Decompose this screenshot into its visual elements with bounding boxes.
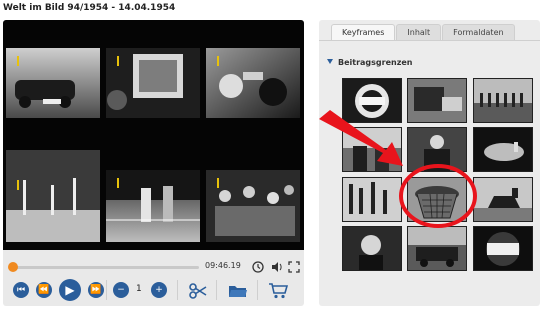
tab-keyframes[interactable]: Keyframes	[331, 24, 396, 40]
scissors-icon[interactable]	[187, 281, 209, 301]
tab-divider	[319, 40, 540, 41]
keyframe-thumb[interactable]	[473, 177, 533, 222]
fullscreen-icon[interactable]	[287, 260, 301, 274]
keyframe-thumb[interactable]	[342, 78, 402, 123]
folder-icon[interactable]	[226, 281, 250, 301]
divider	[177, 280, 178, 300]
control-bar: ⏮ ⏪ ▶ ⏩ − 1 +	[3, 279, 304, 302]
play-button[interactable]: ▶	[59, 279, 81, 301]
keyframe-thumb[interactable]	[407, 177, 467, 222]
keyframe-thumb[interactable]	[407, 78, 467, 123]
cart-icon[interactable]	[266, 281, 290, 301]
keyframe-thumb[interactable]	[473, 127, 533, 172]
tab-inhalt[interactable]: Inhalt	[396, 24, 442, 40]
keyframe-thumb[interactable]	[473, 78, 533, 123]
keyframe-thumb[interactable]	[407, 127, 467, 172]
page-title: Welt im Bild 94/1954 - 14.04.1954	[3, 3, 176, 13]
keyframe-thumb[interactable]	[342, 226, 402, 271]
keyframe-thumb[interactable]	[342, 177, 402, 222]
keyframe-thumb[interactable]	[473, 226, 533, 271]
progress-track[interactable]	[15, 266, 199, 269]
previous-frame-button[interactable]: ⏪	[36, 282, 52, 298]
divider	[106, 280, 107, 300]
video-frames	[6, 48, 300, 242]
divider	[216, 280, 217, 300]
video-player: 09:46.19 ⏮ ⏪ ▶ ⏩ − 1 +	[3, 20, 304, 306]
keyframe-thumb[interactable]	[407, 226, 467, 271]
plus-button[interactable]: +	[151, 282, 167, 298]
side-panel: Keyframes Inhalt Formaldaten Beitragsgre…	[319, 20, 540, 306]
section-header[interactable]: Beitragsgrenzen	[327, 58, 413, 67]
clock-icon[interactable]	[251, 260, 265, 274]
tab-formaldaten[interactable]: Formaldaten	[442, 24, 515, 40]
clip-counter: 1	[136, 284, 142, 294]
keyframe-thumb[interactable]	[342, 127, 402, 172]
collapse-triangle-icon	[327, 59, 333, 64]
tab-bar: Keyframes Inhalt Formaldaten	[331, 24, 516, 40]
timeline: 09:46.19	[3, 258, 304, 276]
progress-knob[interactable]	[8, 262, 18, 272]
next-frame-button[interactable]: ⏩	[88, 282, 104, 298]
skip-back-button[interactable]: ⏮	[13, 282, 29, 298]
timecode: 09:46.19	[205, 261, 241, 270]
minus-button[interactable]: −	[113, 282, 129, 298]
section-title: Beitragsgrenzen	[338, 58, 413, 67]
volume-icon[interactable]	[270, 260, 284, 274]
video-screen[interactable]	[3, 20, 304, 250]
divider	[257, 280, 258, 300]
